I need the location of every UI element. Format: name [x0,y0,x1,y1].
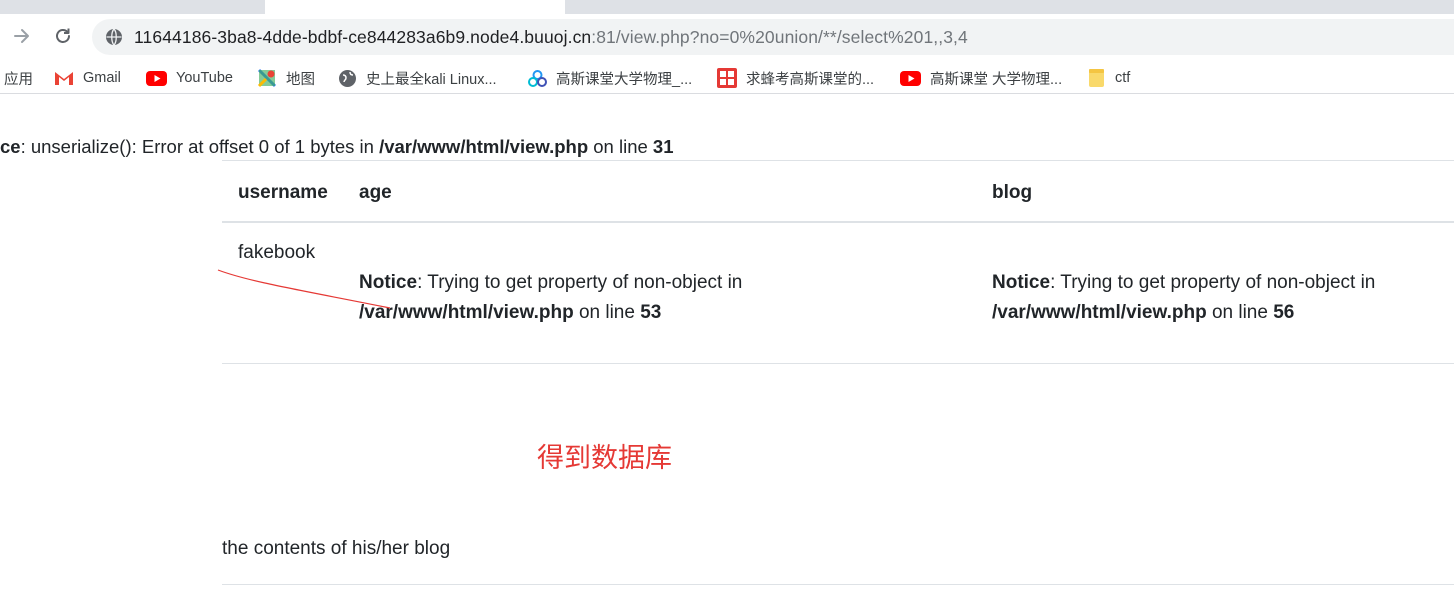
notice-on-line: on line [573,302,641,323]
notice-on-line: on line [1206,302,1274,323]
bookmark-label: 地图 [286,71,315,88]
tab-strip [0,0,1454,14]
folder-icon [1089,69,1104,87]
bookmark-gmail[interactable]: Gmail [54,67,121,89]
reload-icon [56,28,70,43]
address-bar[interactable]: 11644186-3ba8-4dde-bdbf-ce844283a6b9.nod… [92,19,1454,55]
bookmark-label: 求蜂考高斯课堂的... [746,71,875,88]
table-row-border [222,363,1454,364]
bookmark-gauss-physics-2[interactable]: 高斯课堂 大学物理... [900,67,1062,89]
notice-path: /var/www/html/view.php [379,136,589,157]
url-text[interactable]: 11644186-3ba8-4dde-bdbf-ce844283a6b9.nod… [134,27,968,48]
bookmarks-bar: 应用 Gmail YouTube 地图 史上最全kali Linux... 高斯… [0,62,1454,94]
unserialize-notice: ce: unserialize(): Error at offset 0 of … [0,136,674,158]
notice-label: Notice [359,272,418,293]
bookmark-label: 高斯课堂大学物理_... [556,71,693,88]
notice-line-number: 31 [652,136,674,157]
table-top-border [222,160,1454,161]
bookmark-ctf-folder[interactable]: ctf [1088,67,1130,89]
column-header-blog: blog [992,182,1033,203]
bookmark-label: 应用 [4,71,33,88]
page-content: ce: unserialize(): Error at offset 0 of … [0,100,1454,614]
table-header-border [222,221,1454,223]
column-header-username: username [238,182,328,203]
notice-message: : Trying to get property of non-object i… [417,272,743,293]
bookmark-label: ctf [1115,70,1131,86]
globe-icon[interactable] [105,28,123,46]
bookmark-maps[interactable]: 地图 [257,67,315,89]
bookmark-youtube[interactable]: YouTube [146,67,233,89]
youtube-icon [900,70,921,86]
red-underline-annotation [217,269,391,309]
active-tab[interactable] [265,0,565,14]
maps-icon [257,68,277,88]
forward-button[interactable] [8,22,36,50]
cell-age-notice: Notice: Trying to get property of non-ob… [359,268,959,328]
bookmark-fengkao[interactable]: 求蜂考高斯课堂的... [717,67,874,89]
notice-on-line: on line [588,136,653,157]
seal-icon [717,68,737,88]
url-path: :81/view.php?no=0%20union/**/select%201,… [591,27,968,47]
cell-username: fakebook [238,242,316,263]
globe-icon [339,69,356,87]
notice-label-fragment: ce [0,136,21,157]
notice-path: /var/www/html/view.php [992,302,1207,323]
notice-message: : Trying to get property of non-object i… [1050,272,1376,293]
annotation-text: 得到数据库 [537,443,672,474]
notice-path: /var/www/html/view.php [359,302,574,323]
bookmark-label: 高斯课堂 大学物理... [930,71,1063,88]
youtube-icon [146,70,167,86]
notice-line-number: 53 [640,302,662,323]
notice-line-number: 56 [1273,302,1295,323]
bookmark-kali[interactable]: 史上最全kali Linux... [338,67,497,89]
bookmark-label: YouTube [176,70,233,86]
column-header-age: age [359,182,392,203]
notice-message: : unserialize(): Error at offset 0 of 1 … [20,136,380,157]
reload-button[interactable] [49,22,77,50]
url-host: 11644186-3ba8-4dde-bdbf-ce844283a6b9.nod… [134,27,592,47]
notice-label: Notice [992,272,1051,293]
browser-toolbar: 11644186-3ba8-4dde-bdbf-ce844283a6b9.nod… [0,14,1454,60]
cloud-icon [528,69,547,87]
arrow-right-icon [14,29,29,43]
bookmark-label: 史上最全kali Linux... [366,71,497,88]
bookmark-label: Gmail [83,70,121,86]
bookmark-gauss-physics[interactable]: 高斯课堂大学物理_... [528,67,692,89]
bookmark-apps[interactable]: 应用 [4,67,33,89]
blog-contents: the contents of his/her blog [222,538,451,559]
bottom-divider [222,584,1454,585]
gmail-icon [55,72,73,85]
cell-blog-notice: Notice: Trying to get property of non-ob… [992,268,1452,328]
